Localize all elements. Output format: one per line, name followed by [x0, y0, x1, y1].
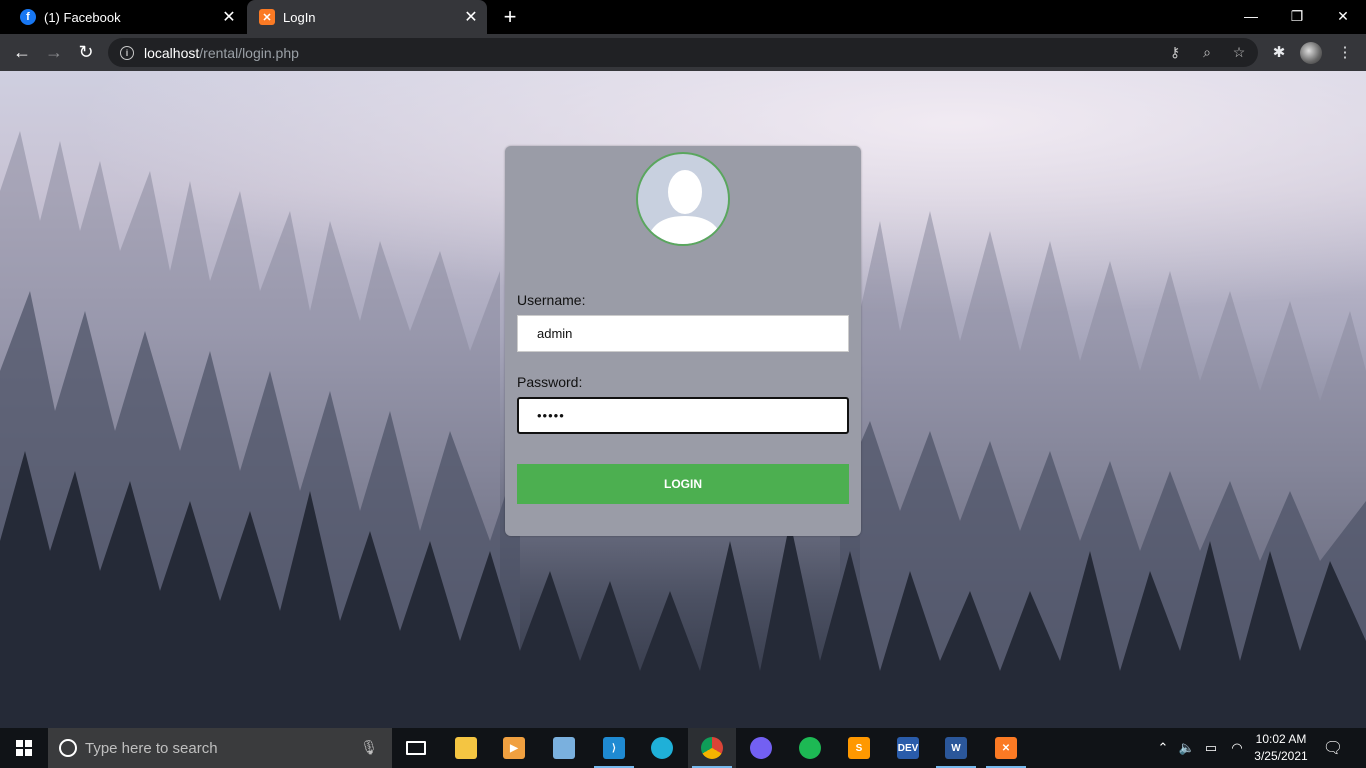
- key-icon[interactable]: ⚷: [1163, 38, 1187, 67]
- tab-title: LogIn: [283, 9, 316, 25]
- page-background: Username: admin Password: ••••• LOGIN: [0, 71, 1366, 728]
- sublime-text-icon[interactable]: S: [835, 728, 883, 768]
- password-label: Password:: [517, 374, 583, 390]
- start-button[interactable]: [0, 728, 48, 768]
- system-clock[interactable]: 10:02 AM 3/25/2021: [1246, 731, 1316, 765]
- cortana-circle-icon: [59, 739, 77, 757]
- username-input[interactable]: admin: [517, 315, 849, 352]
- site-info-icon[interactable]: i: [120, 45, 134, 60]
- file-explorer-icon[interactable]: [442, 728, 490, 768]
- show-hidden-icons-chevron-icon[interactable]: ⌃: [1152, 728, 1174, 768]
- microphone-icon[interactable]: 🎙: [360, 739, 378, 756]
- tab-facebook[interactable]: f (1) Facebook ✕: [8, 0, 245, 34]
- xampp-taskbar-icon[interactable]: ✕: [982, 728, 1030, 768]
- tab-title: (1) Facebook: [44, 9, 121, 25]
- bookmark-star-icon[interactable]: ☆: [1227, 38, 1251, 67]
- wifi-icon[interactable]: ◠: [1226, 728, 1248, 768]
- windows-logo-icon: [16, 740, 32, 756]
- extensions-puzzle-icon[interactable]: ✱: [1266, 39, 1292, 65]
- tab-login[interactable]: ✕ LogIn ✕: [247, 0, 487, 34]
- task-view-icon[interactable]: [392, 728, 440, 768]
- clock-time: 10:02 AM: [1255, 732, 1307, 746]
- media-player-icon[interactable]: ▶: [490, 728, 538, 768]
- password-input[interactable]: •••••: [517, 397, 849, 434]
- new-tab-button[interactable]: +: [498, 4, 522, 29]
- login-card: Username: admin Password: ••••• LOGIN: [505, 146, 861, 536]
- minimize-icon[interactable]: —: [1228, 0, 1274, 32]
- username-label: Username:: [517, 292, 586, 308]
- back-arrow-icon[interactable]: ←: [8, 38, 36, 66]
- chrome-icon[interactable]: [688, 728, 736, 768]
- close-window-icon[interactable]: ✕: [1320, 0, 1366, 32]
- reload-icon[interactable]: ↻: [72, 38, 100, 66]
- xampp-icon: ✕: [259, 9, 275, 25]
- zoom-icon[interactable]: ⌕: [1195, 38, 1219, 67]
- spotify-icon[interactable]: [786, 728, 834, 768]
- clock-date: 3/25/2021: [1254, 749, 1308, 763]
- close-tab-icon[interactable]: ✕: [461, 7, 481, 27]
- taskbar: Type here to search 🎙 ▶ ⟩ S DEV W ✕ ⌃ 🔈 …: [0, 728, 1366, 768]
- battery-icon[interactable]: ▭: [1200, 728, 1222, 768]
- search-placeholder: Type here to search: [85, 739, 218, 757]
- user-avatar-icon: [636, 152, 730, 246]
- tab-strip: f (1) Facebook ✕ ✕ LogIn ✕ + — ❐ ✕: [0, 0, 1366, 34]
- vscode-icon[interactable]: ⟩: [590, 728, 638, 768]
- forward-arrow-icon[interactable]: →: [40, 38, 68, 66]
- taskbar-search-box[interactable]: Type here to search 🎙: [48, 728, 392, 768]
- url-text[interactable]: localhost/rental/login.php: [144, 45, 299, 61]
- login-button[interactable]: LOGIN: [517, 464, 849, 504]
- edge-icon[interactable]: [638, 728, 686, 768]
- word-icon[interactable]: W: [932, 728, 980, 768]
- profile-avatar-icon[interactable]: [1300, 42, 1322, 64]
- browser-toolbar: ← → ↻ i localhost/rental/login.php ⚷ ⌕ ☆…: [0, 34, 1366, 71]
- facebook-icon: f: [20, 9, 36, 25]
- menu-kebab-icon[interactable]: ⋮: [1332, 39, 1358, 65]
- address-bar[interactable]: i localhost/rental/login.php ⚷ ⌕ ☆: [108, 38, 1258, 67]
- viber-icon[interactable]: [737, 728, 785, 768]
- volume-icon[interactable]: 🔈: [1176, 728, 1198, 768]
- virtualbox-icon[interactable]: [540, 728, 588, 768]
- notifications-icon[interactable]: 🗨: [1320, 728, 1346, 768]
- restore-icon[interactable]: ❐: [1274, 0, 1320, 32]
- close-tab-icon[interactable]: ✕: [219, 7, 239, 27]
- dev-cpp-icon[interactable]: DEV: [884, 728, 932, 768]
